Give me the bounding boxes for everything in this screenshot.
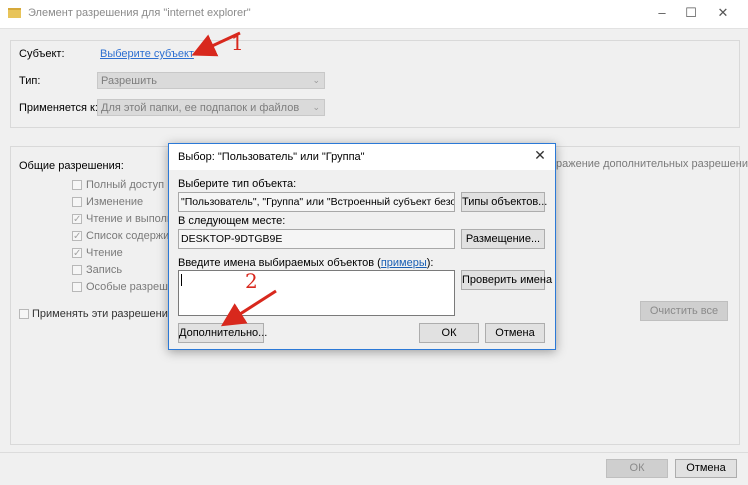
annotation-overlay	[191, 31, 277, 327]
annotation-arrow-2	[220, 289, 277, 327]
annotation-number-2: 2	[245, 269, 258, 293]
annotation-number-1: 1	[231, 31, 244, 55]
